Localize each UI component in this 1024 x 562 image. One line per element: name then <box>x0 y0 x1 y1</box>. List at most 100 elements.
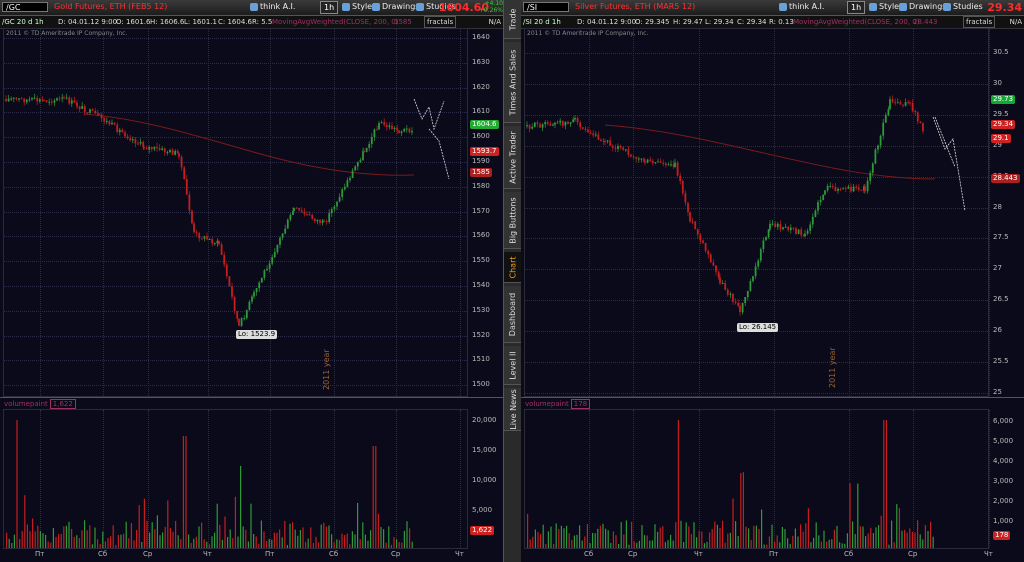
price-plot[interactable] <box>524 28 990 397</box>
tab-times-and-sales[interactable]: Times And Sales <box>504 42 522 123</box>
volume-bar <box>620 522 622 548</box>
volume-bar <box>78 537 80 548</box>
price-axis[interactable]: 1640 1630 1620 1610 1600 1590 1580 1570 1560 1550… <box>470 28 503 395</box>
studies-button[interactable]: Studies <box>943 1 983 13</box>
volume-bar <box>294 529 296 548</box>
panel-divider[interactable] <box>521 397 1024 398</box>
volume-bar <box>149 532 151 548</box>
volume-bar <box>849 483 851 548</box>
volume-bar <box>901 530 903 548</box>
volume-bar <box>755 525 757 548</box>
volume-bar <box>690 534 692 548</box>
ohlc-open: O: 29.345 <box>635 18 670 26</box>
volume-bar <box>906 532 908 548</box>
chart-toolbar: /GC Gold Futures, ETH (FEB5 12) think A.… <box>0 0 503 16</box>
volume-bar <box>362 522 364 548</box>
volume-bar <box>13 534 15 548</box>
volume-bar <box>651 540 653 548</box>
price-tick-label: 25 <box>993 387 1002 396</box>
volume-bar <box>281 537 283 548</box>
volume-bar <box>224 516 226 548</box>
tab-label: Big Buttons <box>508 196 518 244</box>
volume-tick-label: 4,000 <box>993 457 1014 465</box>
volume-bar <box>644 535 646 548</box>
tab-live-news[interactable]: Live News <box>504 388 522 431</box>
volume-bar <box>602 523 604 548</box>
volume-bar <box>709 532 711 548</box>
tab-trade[interactable]: Trade <box>504 0 522 39</box>
volume-bar <box>807 508 809 548</box>
volume-bar <box>120 534 122 548</box>
volume-bar <box>182 436 184 548</box>
volume-axis: 6,000 5,000 4,000 3,000 2,000 1,000 <box>991 409 1024 547</box>
volume-bar <box>315 536 317 548</box>
volume-bar <box>711 529 713 548</box>
volume-bar <box>802 531 804 548</box>
think-ai-button[interactable]: think A.I. <box>250 1 295 13</box>
price-tick-label: 1560 <box>472 231 490 240</box>
price-axis[interactable]: 30.53029.52928.52827.52726.52625.525 <box>991 28 1024 396</box>
volume-bar <box>605 528 607 548</box>
volume-bar <box>245 529 247 548</box>
symbol-input[interactable]: /GC <box>2 2 48 12</box>
volume-bar <box>206 541 208 548</box>
volume-bar <box>65 525 67 548</box>
price-tick-label: 30 <box>993 78 1002 87</box>
style-button[interactable]: Style <box>342 1 372 13</box>
volume-bar <box>891 520 893 548</box>
volume-bar <box>719 527 721 548</box>
drawings-button[interactable]: Drawings <box>899 1 946 13</box>
tab-label: Level II <box>508 350 518 380</box>
volume-bar <box>615 535 617 548</box>
tab-active-trader[interactable]: Active Trader <box>504 126 522 189</box>
price-plot[interactable] <box>3 28 468 397</box>
volume-bar <box>154 529 156 548</box>
style-button[interactable]: Style <box>869 1 899 13</box>
volume-bar <box>123 533 125 548</box>
volume-bar <box>354 534 356 548</box>
volume-bar <box>930 521 932 548</box>
volume-bar <box>32 518 34 548</box>
volume-bar <box>367 540 369 548</box>
price-tick-label: 26 <box>993 326 1002 335</box>
volume-bar <box>789 543 791 548</box>
tab-level-ii[interactable]: Level II <box>504 346 522 385</box>
tab-big-buttons[interactable]: Big Buttons <box>504 192 522 249</box>
volume-bar <box>729 532 731 548</box>
panel-divider[interactable] <box>0 397 503 398</box>
period-selector[interactable]: 1h <box>320 1 339 14</box>
volume-bar <box>896 504 898 548</box>
volume-study-name: volumepaint <box>4 400 48 408</box>
volume-bar <box>631 521 633 548</box>
fractals-toggle[interactable]: fractals <box>424 16 457 28</box>
change-percent: +0.26% <box>478 7 503 14</box>
volume-bar <box>86 530 88 548</box>
volume-header: volumepaint 1,622 <box>4 399 76 409</box>
volume-bar <box>68 521 70 548</box>
volume-bar <box>737 536 739 548</box>
volume-plot[interactable] <box>3 409 468 549</box>
price-tick-label: 1540 <box>472 281 490 289</box>
drawings-button[interactable]: Drawings <box>372 1 419 13</box>
volume-plot[interactable] <box>524 409 990 549</box>
volume-bar <box>211 536 213 548</box>
volume-bar <box>312 542 314 548</box>
volume-bar <box>706 541 708 548</box>
volume-bar <box>94 527 96 548</box>
tab-chart[interactable]: Chart <box>504 252 522 283</box>
think-ai-button[interactable]: think A.I. <box>779 1 824 13</box>
volume-bar <box>545 544 547 548</box>
volume-bar <box>115 544 117 548</box>
volume-bar <box>406 521 408 548</box>
change-value: +4.10 <box>484 0 503 7</box>
volume-bar <box>175 521 177 548</box>
period-selector[interactable]: 1h <box>847 1 866 14</box>
symbol-input[interactable]: /SI <box>523 2 569 12</box>
volume-bar <box>823 530 825 548</box>
fractals-toggle[interactable]: fractals <box>963 16 996 28</box>
think-icon <box>250 2 258 11</box>
volume-bar <box>826 541 828 548</box>
volume-bar <box>180 539 182 548</box>
tab-dashboard[interactable]: Dashboard <box>504 286 522 343</box>
instrument-description: Gold Futures, ETH (FEB5 12) <box>54 2 168 11</box>
